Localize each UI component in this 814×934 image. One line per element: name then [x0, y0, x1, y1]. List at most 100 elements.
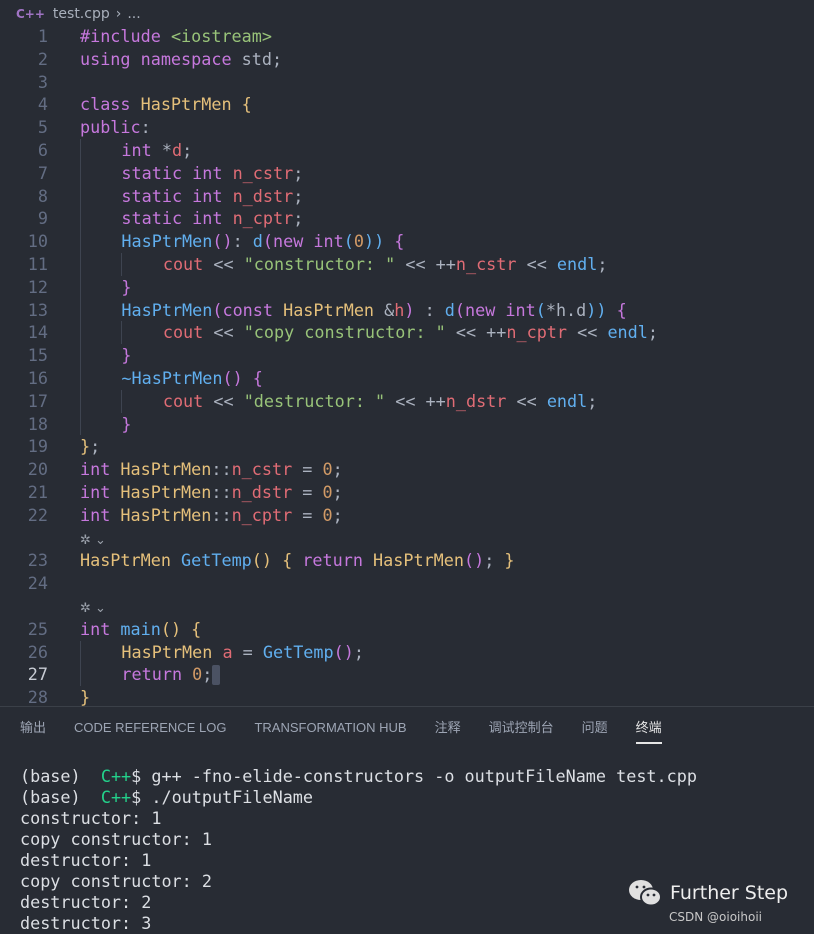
indent-guide — [80, 230, 121, 253]
terminal-output: copy constructor: 1 — [20, 829, 212, 849]
code-content: } — [80, 344, 132, 367]
code-token: } — [121, 413, 132, 434]
line-number: 17 — [27, 390, 48, 411]
code-token: { — [191, 618, 202, 639]
terminal[interactable]: (base) C++$ g++ -fno-elide-constructors … — [20, 766, 697, 934]
code-editor[interactable]: 1 #include <iostream> 2 using namespace std… — [0, 25, 814, 709]
code-content: static int n_cstr; — [80, 161, 303, 185]
indent-guide — [80, 344, 121, 367]
line-number: 26 — [27, 641, 48, 662]
code-line[interactable]: 3 — [0, 71, 814, 94]
code-token: d — [252, 231, 263, 252]
code-token: = — [292, 504, 323, 525]
code-line[interactable]: 10 HasPtrMen(): d(new int(0)) { — [0, 230, 814, 253]
code-token: = — [292, 481, 323, 502]
code-line[interactable]: 2 using namespace std; — [0, 48, 814, 71]
line-number: 9 — [37, 208, 48, 229]
code-token: ; — [332, 504, 343, 525]
code-line[interactable]: 27 return 0; — [0, 663, 814, 687]
breadcrumb[interactable]: C++ test.cpp › ... — [16, 4, 141, 24]
panel-tab[interactable]: CODE REFERENCE LOG — [74, 716, 226, 742]
code-content: HasPtrMen(const HasPtrMen &h) : d(new in… — [80, 298, 627, 322]
code-token: 0 — [322, 504, 333, 525]
code-token: n_cstr — [231, 459, 293, 480]
code-token: 0 — [322, 481, 333, 502]
line-number: 10 — [27, 231, 48, 252]
code-line[interactable]: 22 int HasPtrMen::n_cptr = 0; — [0, 504, 814, 527]
code-line[interactable]: 16 ~HasPtrMen() { — [0, 366, 814, 390]
code-line[interactable]: 15 } — [0, 344, 814, 367]
code-line[interactable]: 19}; — [0, 435, 814, 458]
code-token: << — [567, 322, 608, 343]
code-token: endl — [607, 322, 648, 343]
codelens-row[interactable]: ✲ ⌄ — [0, 527, 814, 550]
code-token: n_cstr — [232, 162, 294, 183]
code-token: 0 — [192, 664, 203, 685]
line-number: 5 — [37, 117, 48, 138]
code-token: int — [121, 139, 162, 160]
code-token: cout — [162, 322, 214, 343]
line-number: 13 — [27, 299, 48, 320]
line-number: 1 — [37, 26, 48, 46]
code-token: ~HasPtrMen — [121, 367, 223, 388]
code-line[interactable]: 13 HasPtrMen(const HasPtrMen &h) : d(new… — [0, 298, 814, 322]
code-line[interactable]: 8 static int n_dstr; — [0, 184, 814, 208]
code-line[interactable]: 1 #include <iostream> — [0, 25, 814, 48]
code-content: } — [80, 275, 132, 299]
code-token: HasPtrMen — [120, 481, 212, 502]
code-line[interactable]: 18 } — [0, 412, 814, 436]
code-token: () — [212, 231, 233, 252]
code-token: public — [80, 117, 141, 138]
code-line[interactable]: 23 HasPtrMen GetTemp() { return HasPtrMen… — [0, 549, 814, 572]
panel-tab[interactable]: 输出 — [20, 716, 46, 742]
code-token: { — [394, 231, 405, 252]
code-line[interactable]: 4 class HasPtrMen { — [0, 93, 814, 116]
code-token: HasPtrMen — [80, 550, 182, 571]
code-token: main — [120, 618, 161, 639]
code-content: return 0; — [80, 663, 221, 687]
code-line[interactable]: 6 int *d; — [0, 138, 814, 162]
panel-tab[interactable]: TRANSFORMATION HUB — [254, 716, 406, 742]
code-token: ( — [535, 299, 546, 320]
code-line[interactable]: 14 cout << "copy constructor: " << ++n_c… — [0, 321, 814, 345]
code-line[interactable]: 20 int HasPtrMen::n_cstr = 0; — [0, 458, 814, 481]
text-cursor — [212, 665, 221, 686]
panel-tabs: 输出 CODE REFERENCE LOG TRANSFORMATION HUB 注释… — [20, 716, 662, 744]
code-line[interactable]: 5 public: — [0, 116, 814, 139]
codelens-icon[interactable]: ✲ ⌄ — [80, 601, 106, 616]
code-line[interactable]: 25 int main() { — [0, 618, 814, 641]
code-token: } — [80, 687, 91, 708]
code-token: int — [80, 618, 121, 639]
code-line[interactable]: 9 static int n_cptr; — [0, 207, 814, 231]
code-line[interactable]: 26 HasPtrMen a = GetTemp(); — [0, 640, 814, 664]
panel-tab[interactable]: 问题 — [582, 716, 608, 742]
breadcrumb-more[interactable]: ... — [127, 6, 140, 22]
indent-guide — [121, 389, 162, 413]
code-token: HasPtrMen — [121, 641, 223, 662]
indent-guide — [80, 161, 121, 185]
breadcrumb-file[interactable]: test.cpp — [53, 6, 110, 22]
code-token: *h.d — [545, 299, 587, 320]
line-number: 23 — [27, 550, 48, 571]
code-token: ( — [262, 231, 274, 252]
code-content: ✲ ⌄ — [80, 595, 106, 618]
panel-tab[interactable]: 注释 — [435, 716, 461, 742]
code-content: int HasPtrMen::n_cstr = 0; — [80, 458, 343, 481]
code-line[interactable]: 21 int HasPtrMen::n_dstr = 0; — [0, 481, 814, 504]
code-token: () — [463, 550, 485, 571]
code-line[interactable]: 11 cout << "constructor: " << ++n_cstr <… — [0, 252, 814, 276]
line-number: 16 — [27, 367, 48, 388]
code-content: using namespace std; — [80, 48, 282, 71]
codelens-row[interactable]: ✲ ⌄ — [0, 595, 814, 618]
code-line[interactable]: 12 } — [0, 275, 814, 299]
code-line[interactable]: 7 static int n_cstr; — [0, 161, 814, 185]
code-line[interactable]: 24 — [0, 572, 814, 595]
line-number: 12 — [27, 276, 48, 297]
code-token: : — [232, 231, 253, 252]
codelens-icon[interactable]: ✲ ⌄ — [80, 533, 106, 548]
code-token: { — [282, 550, 293, 571]
panel-tab[interactable]: 调试控制台 — [489, 716, 554, 742]
code-line[interactable]: 17 cout << "destructor: " << ++n_dstr <<… — [0, 389, 814, 413]
code-token: << — [506, 390, 547, 411]
panel-tab[interactable]: 终端 — [635, 716, 662, 744]
